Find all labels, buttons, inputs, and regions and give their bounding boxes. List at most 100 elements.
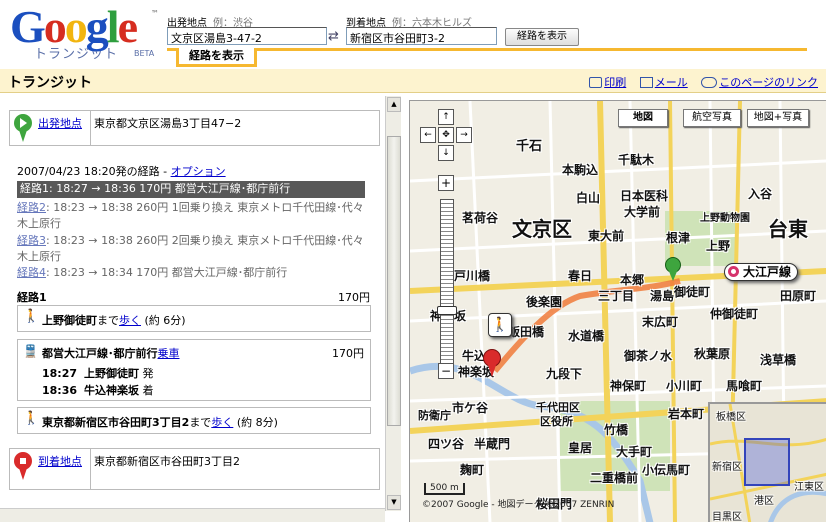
map-label: 田原町: [780, 289, 817, 303]
overview-map[interactable]: 板橋区 新宿区 港区 目黒区 江東区: [708, 402, 826, 522]
map-label: 三丁目: [598, 289, 635, 303]
map-type-map-button[interactable]: 地図: [618, 109, 668, 127]
map-type-hybrid-button[interactable]: 地図+写真: [747, 109, 809, 127]
google-transit-logo[interactable]: Google ™ トランジット BETA: [10, 3, 160, 63]
route-item-3[interactable]: 経路3: 18:23 → 18:38 260円 2回乗り換え 東京メトロ千代田線…: [17, 233, 365, 265]
oedo-line-icon: [728, 266, 739, 277]
end-marker-icon[interactable]: [483, 349, 501, 377]
scroll-up-arrow-icon[interactable]: ▲: [387, 97, 401, 112]
start-marker-icon[interactable]: [665, 257, 681, 281]
route-3-text: : 18:23 → 18:38 260円 2回乗り換え 東京メトロ千代田線･代々: [46, 234, 364, 247]
train-name-line: 都営大江戸線･都庁前行乗車: [42, 345, 180, 361]
map-view[interactable]: 千石 本駒込 千駄木 白山 日本医科 大学前 入谷 茗荷谷 文京区 東大前 根津…: [409, 100, 826, 522]
overview-label: 港区: [754, 496, 774, 507]
route-datetime: 2007/04/23 18:20発の経路: [17, 165, 160, 178]
options-link[interactable]: オプション: [171, 165, 226, 178]
map-label: 竹橋: [604, 423, 629, 437]
train-board-link[interactable]: 乗車: [158, 347, 180, 360]
map-label: 御茶ノ水: [624, 349, 673, 363]
zoom-out-button[interactable]: −: [438, 363, 454, 379]
destination-divider: [90, 449, 91, 489]
map-label: 東大前: [588, 229, 625, 243]
map-label: 水道橋: [568, 329, 605, 343]
logo-beta: BETA: [134, 49, 155, 58]
zoom-slider-track[interactable]: [440, 199, 454, 371]
walk-step-1: 🚶 上野御徒町まで歩く (約 6分): [17, 305, 371, 332]
print-link[interactable]: 印刷: [589, 74, 626, 90]
overview-viewport[interactable]: [744, 438, 790, 486]
map-credit: ©2007 Google - 地図データ ©2007 ZENRIN: [422, 500, 615, 510]
zoom-in-button[interactable]: +: [438, 175, 454, 191]
pan-down-button[interactable]: ↓: [438, 145, 454, 161]
walk-2-dest: 東京都新宿区市谷田町3丁目2: [42, 416, 190, 429]
pan-center-button[interactable]: ✥: [438, 127, 454, 143]
destination-label-link[interactable]: 到着地点: [38, 453, 82, 469]
route-item-1[interactable]: 経路1: 18:27 → 18:36 170円 都営大江戸線･都庁前行: [17, 181, 365, 198]
walk-2-text: 東京都新宿区市谷田町3丁目2まで歩く (約 8分): [42, 414, 278, 430]
pan-left-button[interactable]: ←: [420, 127, 436, 143]
train-step: 🚆 都営大江戸線･都庁前行乗車 170円 18:27 上野御徒町 発 18:36…: [17, 339, 371, 401]
directions-panel: 出発地点 東京都文京区湯島3丁目47−2 2007/04/23 18:20発の経…: [0, 96, 385, 508]
pan-up-button[interactable]: ↑: [438, 109, 454, 125]
zoom-slider-knob[interactable]: [437, 306, 457, 315]
map-label: 台東: [768, 217, 808, 241]
overview-label: 目黒区: [712, 512, 742, 522]
walk-marker-icon[interactable]: 🚶: [488, 313, 512, 337]
red-pin-icon: [14, 452, 32, 480]
pan-right-button[interactable]: →: [456, 127, 472, 143]
destination-address: 東京都新宿区市谷田町3丁目2: [94, 455, 240, 468]
walk-icon: 🚶: [23, 411, 40, 426]
origin-label-link[interactable]: 出発地点: [38, 115, 82, 131]
map-label: 文京区: [512, 217, 572, 241]
mail-link[interactable]: メール: [639, 74, 688, 90]
origin-box: 出発地点 東京都文京区湯島3丁目47−2: [9, 110, 380, 146]
walk-1-link[interactable]: 歩く: [119, 314, 141, 327]
print-icon: [589, 77, 603, 88]
map-label: 白山: [576, 191, 601, 205]
scroll-down-arrow-icon[interactable]: ▼: [387, 495, 401, 510]
scroll-thumb[interactable]: [387, 136, 401, 426]
route-1-label: 経路1: [20, 182, 49, 195]
map-label: 麹町: [460, 463, 485, 477]
destination-box: 到着地点 東京都新宿区市谷田町3丁目2: [9, 448, 380, 490]
map-label: 戸川橋: [454, 269, 491, 283]
route-2-label[interactable]: 経路2: [17, 201, 46, 214]
route-2-text2: 木上原行: [17, 217, 61, 230]
route-header-separator: -: [163, 165, 168, 178]
vertical-scrollbar[interactable]: ▲ ▼: [385, 96, 401, 511]
page-title: トランジット: [8, 75, 92, 91]
walk-1-to: まで: [97, 314, 119, 327]
map-label: 末広町: [642, 315, 679, 329]
walk-1-duration: (約 6分): [144, 314, 186, 327]
search-button[interactable]: 経路を表示: [505, 28, 579, 46]
route-item-4[interactable]: 経路4: 18:23 → 18:34 170円 都営大江戸線･都庁前行: [17, 265, 365, 281]
origin-address: 東京都文京区湯島3丁目47−2: [94, 117, 242, 130]
search-tab-bar: 経路を表示: [167, 48, 807, 67]
origin-divider: [90, 111, 91, 145]
walk-2-link[interactable]: 歩く: [211, 416, 233, 429]
walk-2-duration: (約 8分): [236, 416, 278, 429]
station-callout[interactable]: 大江戸線: [724, 263, 799, 281]
route-4-label[interactable]: 経路4: [17, 266, 46, 279]
map-label: 入谷: [748, 187, 773, 201]
route-item-2[interactable]: 経路2: 18:23 → 18:38 260円 1回乗り換え 東京メトロ千代田線…: [17, 200, 365, 232]
map-label: 浅草橋: [760, 353, 797, 367]
to-input[interactable]: 新宿区市谷田町3-2: [346, 27, 497, 45]
green-pin-icon: [14, 114, 32, 142]
train-fare: 170円: [332, 347, 364, 360]
walk-1-text: 上野御徒町まで歩く (約 6分): [42, 312, 186, 328]
map-label: 小川町: [666, 379, 703, 393]
swap-icon[interactable]: ⇄: [328, 29, 339, 44]
from-input[interactable]: 文京区湯島3-47-2: [167, 27, 327, 45]
route-3-label[interactable]: 経路3: [17, 234, 46, 247]
tab-route[interactable]: 経路を表示: [176, 48, 257, 67]
title-bar: トランジット 印刷 メール このページのリンク: [0, 69, 826, 93]
map-label: 上野: [706, 239, 731, 253]
page-link[interactable]: このページのリンク: [701, 74, 818, 90]
horizontal-scrollbar[interactable]: [0, 508, 385, 522]
scale-bar: 500 m: [424, 483, 465, 495]
header: Google ™ トランジット BETA 出発地点 例：渋谷 文京区湯島3-47-…: [0, 0, 826, 68]
map-type-satellite-button[interactable]: 航空写真: [683, 109, 741, 127]
map-label: 皇居: [568, 441, 593, 455]
map-label: 区役所: [540, 415, 573, 428]
